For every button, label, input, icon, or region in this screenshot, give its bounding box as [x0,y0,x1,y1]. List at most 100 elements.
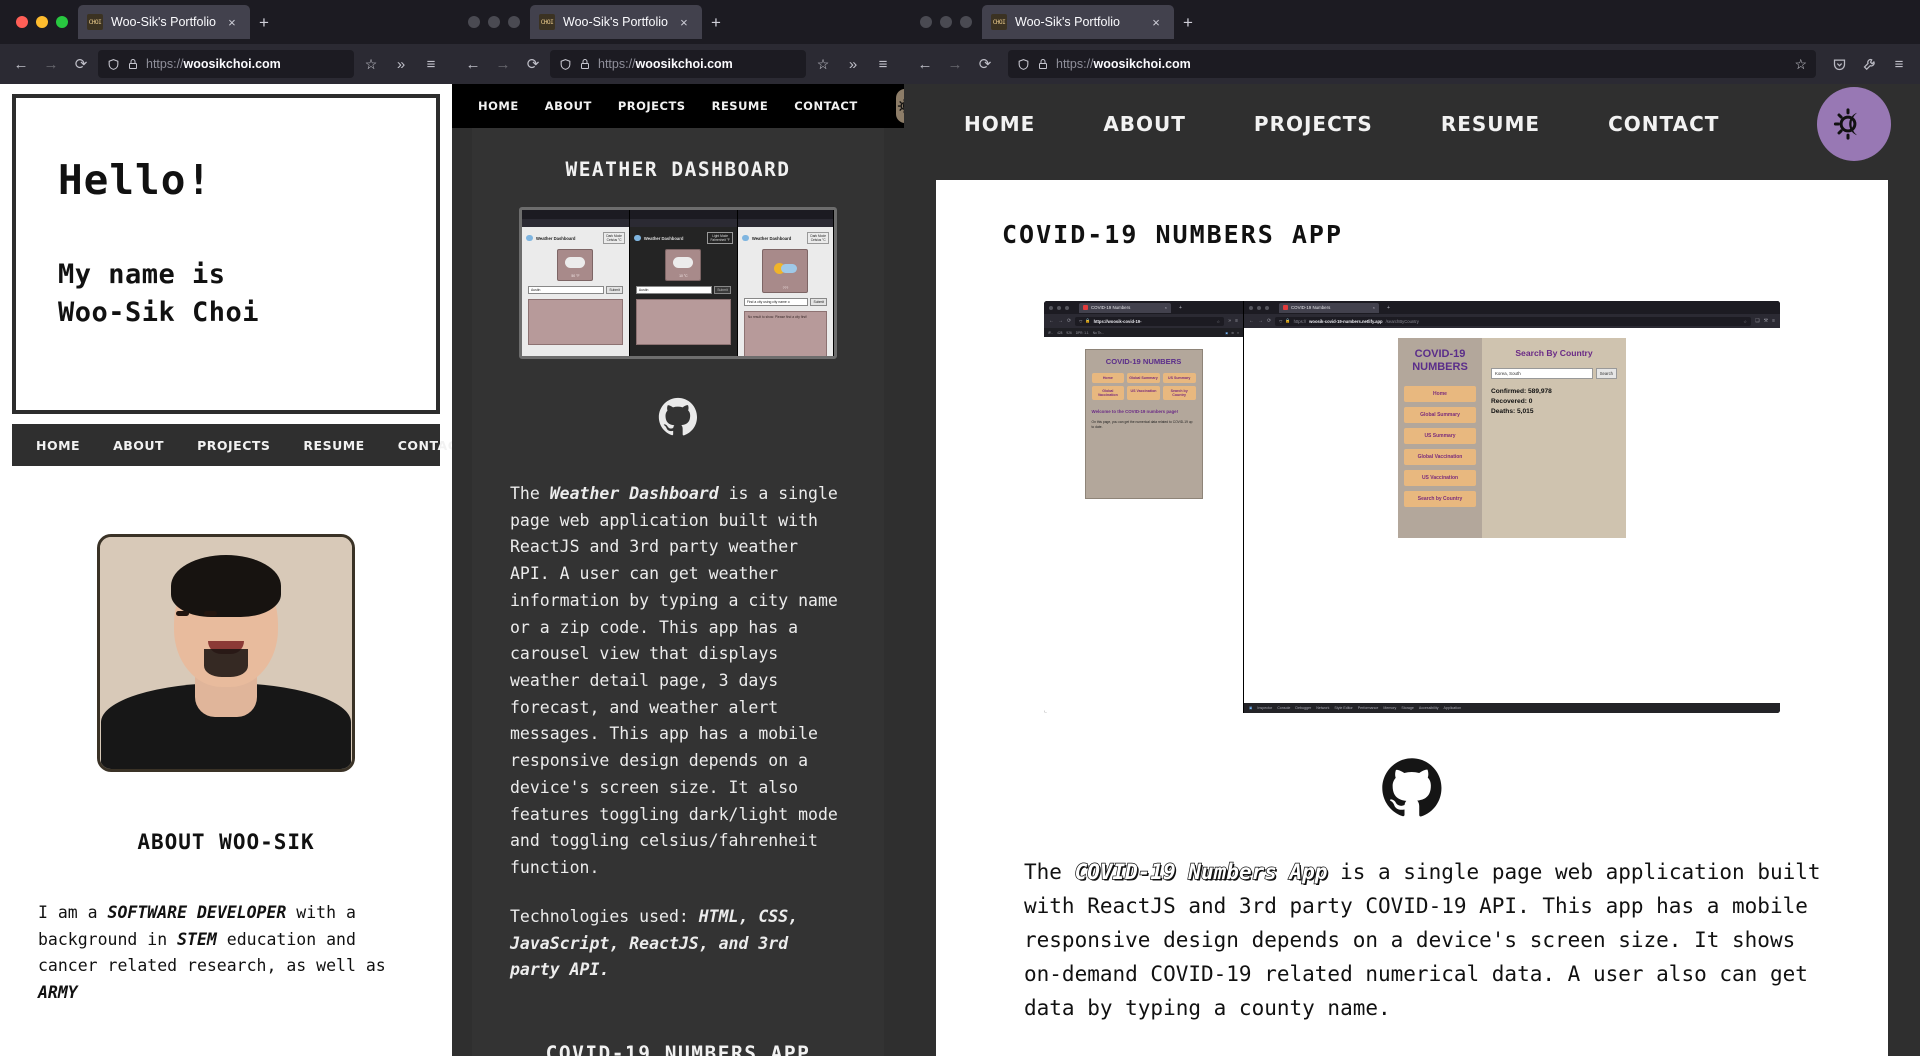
close-window-button[interactable] [920,16,932,28]
submit-button[interactable]: Submit [714,286,731,294]
overflow-icon[interactable]: » [840,51,866,77]
devtools-tab[interactable]: Application [1444,706,1462,710]
back-icon[interactable]: ← [912,51,938,77]
browser-tab[interactable]: CHOI Woo-Sik's Portfolio × [530,5,702,39]
forward-icon[interactable]: → [38,51,64,77]
dark-light-mode-toggle[interactable] [1817,87,1892,161]
window-controls[interactable] [460,16,530,28]
devtools-tab[interactable]: Accessibility [1419,706,1439,710]
app-menu-icon[interactable]: ≡ [1886,51,1912,77]
close-tab-icon[interactable]: × [1148,15,1164,30]
reload-icon[interactable]: ⟳ [972,51,998,77]
devtools-tab[interactable]: Network [1316,706,1329,710]
address-bar[interactable]: https://woosikchoi.com ☆ [1008,50,1816,78]
covid-nav-button[interactable]: Global Vaccination [1404,449,1476,466]
country-search-input[interactable]: Korea, South [1491,368,1593,379]
maximize-window-button[interactable] [508,16,520,28]
pocket-icon[interactable] [1826,51,1852,77]
close-tab-icon[interactable]: × [676,15,692,30]
covid-nav-button[interactable]: Search by Country [1162,386,1196,401]
app-menu-icon[interactable]: ≡ [870,51,896,77]
covid-nav-button[interactable]: US Summary [1162,373,1196,384]
lock-icon[interactable] [127,58,139,70]
devtools-tab[interactable]: Style Editor [1334,706,1352,710]
app-menu-icon[interactable]: ≡ [418,51,444,77]
covid-nav-button[interactable]: US Vaccination [1127,386,1160,401]
nav-item-contact[interactable]: CONTACT [794,99,857,113]
nav-item-about[interactable]: ABOUT [545,99,592,113]
nav-item-contact[interactable]: CONTACT [398,438,452,453]
nav-item-resume[interactable]: RESUME [303,438,364,453]
github-link-covid[interactable] [936,713,1888,819]
github-link-weather[interactable] [472,359,884,437]
new-tab-button[interactable]: + [702,14,730,31]
submit-button[interactable]: Submit [810,298,827,306]
maximize-window-button[interactable] [960,16,972,28]
covid-app-screenshot[interactable]: COVID-19 Numbers × + ← → ⟳ ⛉ 🔒 https://woosik-co… [1044,301,1780,713]
city-input[interactable]: Find a city using city name o [743,298,809,306]
forward-icon[interactable]: → [942,51,968,77]
back-icon[interactable]: ← [460,51,486,77]
browser-tab[interactable]: CHOI Woo-Sik's Portfolio × [78,5,250,39]
lock-icon[interactable] [1037,58,1049,70]
covid-nav-button[interactable]: US Vaccination [1404,470,1476,487]
browser-window-1[interactable]: CHOI Woo-Sik's Portfolio × + ← → ⟳ https… [0,0,452,1056]
close-window-button[interactable] [16,16,28,28]
city-input[interactable]: Austin [635,286,713,294]
bookmark-star-icon[interactable]: ☆ [1794,56,1807,73]
close-window-button[interactable] [468,16,480,28]
covid-nav-button[interactable]: US Summary [1404,428,1476,445]
nav-item-projects[interactable]: PROJECTS [1254,112,1373,136]
back-icon[interactable]: ← [8,51,34,77]
address-bar[interactable]: https://woosikchoi.com [98,50,354,78]
bookmark-star-icon[interactable]: ☆ [810,51,836,77]
window-controls[interactable] [8,16,78,28]
shield-icon[interactable] [559,58,572,71]
reload-icon[interactable]: ⟳ [68,51,94,77]
covid-nav-button[interactable]: Search by Country [1404,491,1476,508]
site-navigation-3[interactable]: HOME ABOUT PROJECTS RESUME CONTACT [904,84,1920,164]
devtools-tab[interactable]: Debugger [1295,706,1311,710]
devtools-tab[interactable]: Performance [1358,706,1379,710]
nav-item-home[interactable]: HOME [478,99,519,113]
address-bar[interactable]: https://woosikchoi.com [550,50,806,78]
new-tab-button[interactable]: + [1174,14,1202,31]
shield-icon[interactable] [1017,58,1030,71]
devtools-toolbar[interactable]: ▣ Inspector Console Debugger Network Style Ed… [1244,703,1780,713]
lock-icon[interactable] [579,58,591,70]
dark-light-mode-toggle[interactable] [895,89,904,123]
nav-item-projects[interactable]: PROJECTS [618,99,686,113]
devtools-tab[interactable]: Storage [1401,706,1414,710]
site-navigation-1[interactable]: HOME ABOUT PROJECTS RESUME CONTACT [12,424,452,466]
covid-nav-button[interactable]: Home [1091,373,1125,384]
city-input[interactable]: Austin [528,286,605,294]
reload-icon[interactable]: ⟳ [520,51,546,77]
site-navigation-2[interactable]: HOME ABOUT PROJECTS RESUME CONTACT [452,84,904,128]
shield-icon[interactable] [107,58,120,71]
covid-nav-button[interactable]: Home [1404,386,1476,403]
window-controls[interactable] [912,16,982,28]
covid-nav-button[interactable]: Global Summary [1404,407,1476,424]
browser-tab[interactable]: CHOI Woo-Sik's Portfolio × [982,5,1174,39]
minimize-window-button[interactable] [488,16,500,28]
nav-item-contact[interactable]: CONTACT [1608,112,1719,136]
overflow-icon[interactable]: » [388,51,414,77]
devtools-tab[interactable]: Console [1277,706,1290,710]
devtools-tab[interactable]: Memory [1383,706,1396,710]
search-button[interactable]: Search [1595,368,1617,379]
nav-item-home[interactable]: HOME [964,112,1035,136]
minimize-window-button[interactable] [36,16,48,28]
nav-item-resume[interactable]: RESUME [1441,112,1540,136]
close-tab-icon[interactable]: × [224,15,240,30]
maximize-window-button[interactable] [56,16,68,28]
minimize-window-button[interactable] [940,16,952,28]
nav-item-about[interactable]: ABOUT [113,438,164,453]
covid-nav-button[interactable]: Global Vaccination [1091,386,1125,401]
nav-item-home[interactable]: HOME [36,438,80,453]
forward-icon[interactable]: → [490,51,516,77]
bookmark-star-icon[interactable]: ☆ [358,51,384,77]
weather-dashboard-screenshot[interactable]: Weather Dashboard Dark Mode Celsius °C 50 °… [519,207,837,359]
nav-item-resume[interactable]: RESUME [712,99,769,113]
devtools-tab[interactable]: Inspector [1257,706,1272,710]
new-tab-button[interactable]: + [250,14,278,31]
